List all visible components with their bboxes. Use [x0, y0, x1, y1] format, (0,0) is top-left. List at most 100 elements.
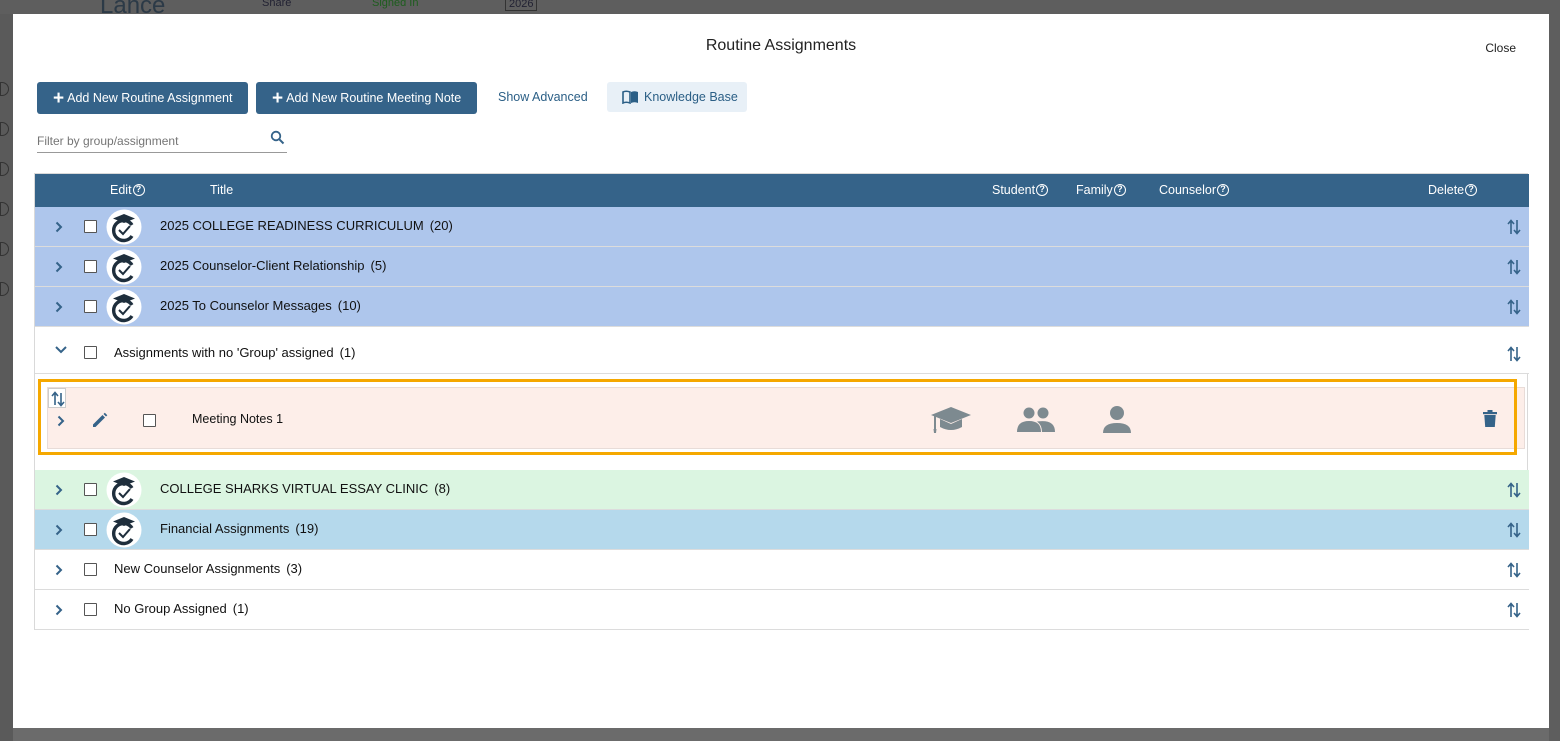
background-right-panel	[1549, 14, 1560, 741]
group-logo-icon	[106, 209, 142, 245]
group-count: (5)	[370, 258, 387, 273]
close-button[interactable]: Close	[1485, 41, 1516, 55]
group-logo-icon	[106, 512, 142, 548]
header-edit: Edit?	[110, 183, 145, 197]
group-checkbox[interactable]	[84, 346, 97, 359]
background-sidebar-icon	[0, 282, 9, 296]
chevron-right-icon[interactable]	[54, 563, 64, 577]
header-delete: Delete?	[1428, 183, 1478, 197]
knowledge-base-button[interactable]: Knowledge Base	[607, 82, 747, 112]
group-title: 2025 Counselor-Client Relationship (5)	[160, 258, 386, 273]
group-title: No Group Assigned (1)	[114, 601, 249, 616]
group-row[interactable]: Financial Assignments (19)	[35, 510, 1529, 550]
group-checkbox[interactable]	[84, 603, 97, 616]
group-row[interactable]: Assignments with no 'Group' assigned (1)	[35, 327, 1529, 374]
background-signed-label: Signed In	[372, 0, 419, 9]
group-checkbox[interactable]	[84, 563, 97, 576]
group-title: New Counselor Assignments (3)	[114, 561, 302, 576]
header-title-label: Title	[210, 183, 234, 197]
group-title: COLLEGE SHARKS VIRTUAL ESSAY CLINIC (8)	[160, 481, 450, 496]
group-checkbox[interactable]	[84, 523, 97, 536]
chevron-down-icon[interactable]	[54, 343, 68, 357]
sort-arrows-icon[interactable]	[1507, 521, 1521, 539]
group-logo-icon	[106, 289, 142, 325]
group-checkbox[interactable]	[84, 260, 97, 273]
group-title-text: New Counselor Assignments	[114, 561, 281, 576]
chevron-right-icon[interactable]	[54, 483, 64, 497]
group-title: Financial Assignments (19)	[160, 521, 318, 536]
group-count: (8)	[434, 481, 451, 496]
group-title-text: Financial Assignments	[160, 521, 290, 536]
group-count: (20)	[429, 218, 453, 233]
background-sidebar-icon	[0, 162, 9, 176]
group-row[interactable]: No Group Assigned (1)	[35, 590, 1529, 630]
background-year: 2026	[505, 0, 538, 11]
selection-highlight	[38, 379, 1517, 455]
chevron-right-icon[interactable]	[54, 603, 64, 617]
group-title: Assignments with no 'Group' assigned (1)	[114, 345, 355, 360]
sort-arrows-icon[interactable]	[1507, 561, 1521, 579]
background-share-label: Share	[262, 0, 292, 9]
group-row[interactable]: New Counselor Assignments (3)	[35, 550, 1529, 590]
group-checkbox[interactable]	[84, 220, 97, 233]
sort-arrows-icon[interactable]	[1507, 218, 1521, 236]
group-title-text: 2025 Counselor-Client Relationship	[160, 258, 365, 273]
chevron-right-icon[interactable]	[54, 523, 64, 537]
group-count: (3)	[286, 561, 303, 576]
group-title: 2025 COLLEGE READINESS CURRICULUM (20)	[160, 218, 453, 233]
help-icon[interactable]: ?	[1465, 184, 1478, 196]
group-logo-icon	[106, 249, 142, 285]
book-icon	[622, 90, 638, 104]
add-routine-assignment-label: Add New Routine Assignment	[67, 91, 233, 105]
header-student: Student?	[992, 183, 1049, 197]
background-sidebar-icon	[0, 242, 9, 256]
sort-arrows-icon[interactable]	[1507, 258, 1521, 276]
sort-arrows-icon[interactable]	[1507, 345, 1521, 363]
group-logo-icon	[106, 472, 142, 508]
chevron-right-icon[interactable]	[54, 300, 64, 314]
group-title: 2025 To Counselor Messages (10)	[160, 298, 361, 313]
chevron-right-icon[interactable]	[54, 220, 64, 234]
group-checkbox[interactable]	[84, 300, 97, 313]
header-delete-label: Delete	[1428, 183, 1465, 197]
help-icon[interactable]: ?	[1036, 184, 1049, 196]
group-row[interactable]: 2025 COLLEGE READINESS CURRICULUM (20)	[35, 207, 1529, 247]
background-sidebar	[0, 14, 13, 741]
group-row[interactable]: 2025 To Counselor Messages (10)	[35, 287, 1529, 327]
header-counselor: Counselor?	[1159, 183, 1229, 197]
group-title-text: 2025 COLLEGE READINESS CURRICULUM	[160, 218, 424, 233]
background-sidebar-icon	[0, 202, 9, 216]
background-header	[0, 0, 1560, 14]
modal-title: Routine Assignments	[705, 37, 857, 54]
header-edit-label: Edit	[110, 183, 132, 197]
plus-icon: +	[53, 87, 65, 109]
sort-arrows-icon[interactable]	[1507, 481, 1521, 499]
plus-icon: +	[272, 87, 284, 109]
chevron-right-icon[interactable]	[54, 260, 64, 274]
search-icon[interactable]	[270, 130, 285, 145]
table-header: Edit? Title Student? Family? Counselor? …	[35, 174, 1529, 207]
add-routine-meeting-note-label: Add New Routine Meeting Note	[286, 91, 462, 105]
sort-arrows-icon[interactable]	[1507, 298, 1521, 316]
background-sidebar-icon	[0, 122, 9, 136]
help-icon[interactable]: ?	[1113, 184, 1126, 196]
header-title: Title	[210, 183, 233, 197]
help-icon[interactable]: ?	[132, 184, 145, 196]
group-checkbox[interactable]	[84, 483, 97, 496]
help-icon[interactable]: ?	[1216, 184, 1229, 196]
group-title-text: COLLEGE SHARKS VIRTUAL ESSAY CLINIC	[160, 481, 429, 496]
group-row[interactable]: COLLEGE SHARKS VIRTUAL ESSAY CLINIC (8)	[35, 470, 1529, 510]
header-counselor-label: Counselor	[1159, 183, 1216, 197]
knowledge-base-label: Knowledge Base	[644, 90, 738, 104]
add-routine-assignment-button[interactable]: + Add New Routine Assignment	[37, 82, 248, 114]
header-family-label: Family	[1076, 183, 1113, 197]
show-advanced-link[interactable]: Show Advanced	[498, 90, 588, 104]
group-count: (10)	[337, 298, 361, 313]
sort-arrows-icon[interactable]	[1507, 601, 1521, 619]
group-row[interactable]: 2025 Counselor-Client Relationship (5)	[35, 247, 1529, 287]
filter-field	[37, 130, 287, 153]
group-count: (1)	[232, 601, 249, 616]
filter-input[interactable]	[37, 130, 262, 152]
group-count: (1)	[339, 345, 356, 360]
add-routine-meeting-note-button[interactable]: + Add New Routine Meeting Note	[256, 82, 477, 114]
